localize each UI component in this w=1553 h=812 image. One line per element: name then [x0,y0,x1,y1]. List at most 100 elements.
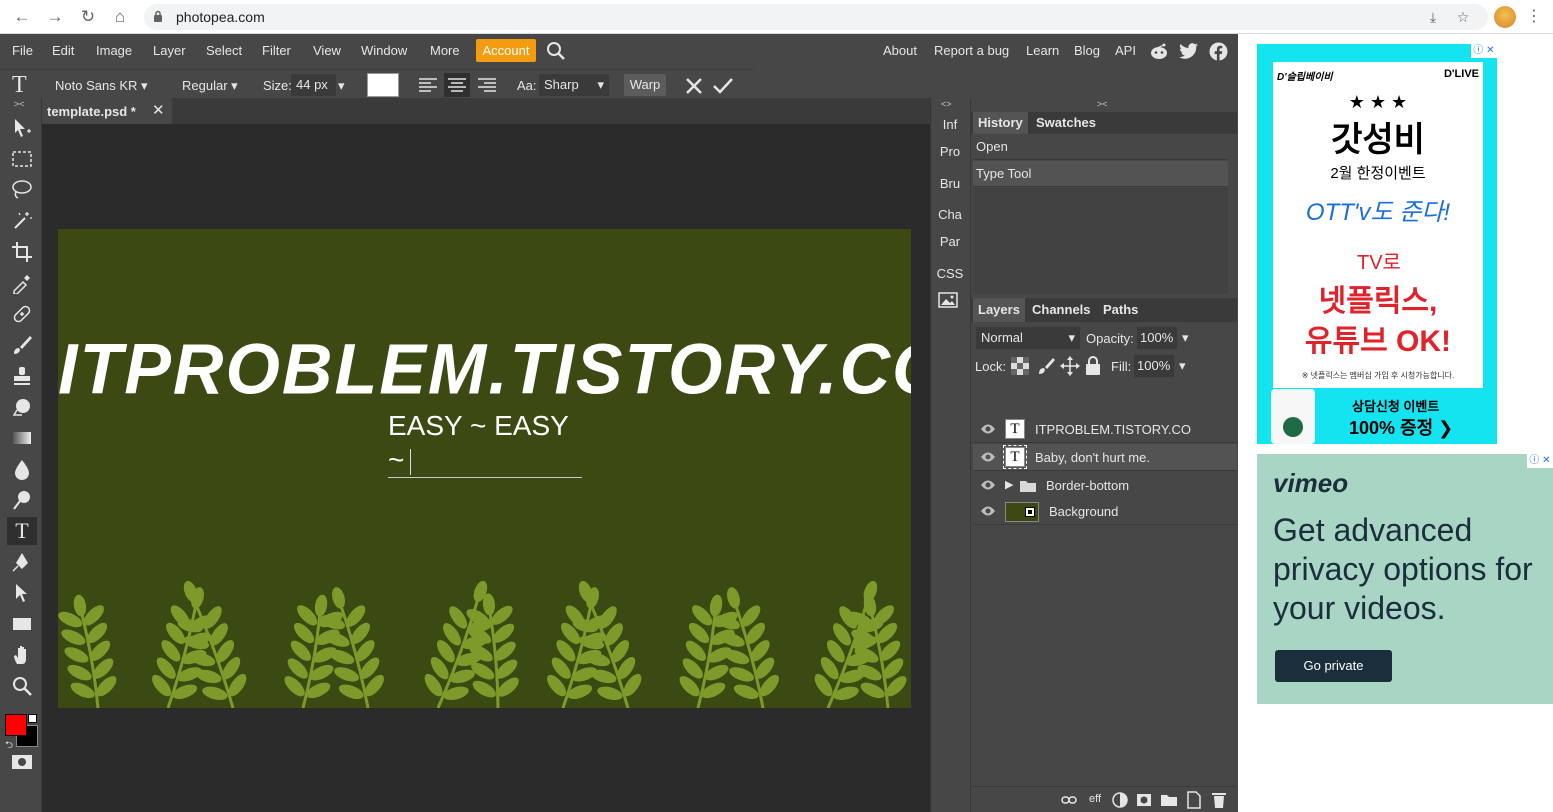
tab-layers[interactable]: Layers [973,298,1025,322]
clone-stamp-tool-icon[interactable] [7,362,37,390]
delete-layer-trash-icon[interactable] [1211,791,1227,809]
collapse-right-panels-icon[interactable]: >< [1097,99,1108,109]
brush-tool-icon[interactable] [7,331,37,359]
move-tool-icon[interactable] [7,114,37,142]
home-icon[interactable]: ⌂ [108,5,132,29]
browser-menu-icon[interactable]: ⋮ [1524,5,1544,29]
healing-brush-tool-icon[interactable] [7,300,37,328]
align-left-icon[interactable] [418,77,438,93]
menu-image[interactable]: Image [96,43,132,58]
font-style-dropdown[interactable]: Regular ▾ [182,78,238,94]
reddit-icon[interactable] [1149,42,1169,60]
link-layers-icon[interactable] [1061,795,1077,805]
tab-swatches[interactable]: Swatches [1031,112,1101,134]
lasso-tool-icon[interactable] [7,176,37,204]
document-tab[interactable]: template.psd * ✕ [42,98,172,124]
lock-pixels-brush-icon[interactable] [1037,357,1055,375]
size-dropdown-arrow[interactable]: ▾ [338,78,345,94]
layer-row-border-bottom[interactable]: ▶ Border-bottom [973,472,1237,499]
headline-text-layer[interactable]: ITPROBLEM.TISTORY.COM [58,328,911,410]
visibility-eye-icon[interactable] [980,423,996,435]
panel-brush[interactable]: Bru [931,176,969,191]
tab-channels[interactable]: Channels [1027,298,1096,322]
visibility-eye-icon[interactable] [980,451,996,463]
expand-group-icon[interactable]: ▶ [1005,478,1013,491]
align-right-icon[interactable] [477,77,497,93]
new-group-folder-icon[interactable] [1160,792,1178,808]
reload-icon[interactable]: ↻ [76,5,100,29]
forward-icon[interactable]: → [43,5,67,29]
lock-all-icon[interactable] [1085,356,1101,376]
tab-history[interactable]: History [973,112,1028,134]
address-bar[interactable]: photopea.com ⤓ ☆ [144,4,1488,30]
tab-paths[interactable]: Paths [1098,298,1143,322]
menu-view[interactable]: View [313,43,341,58]
twitter-icon[interactable] [1179,43,1199,59]
menu-layer[interactable]: Layer [153,43,186,58]
foreground-color-swatch[interactable] [5,714,27,736]
eraser-tool-icon[interactable] [7,393,37,421]
layer-row-baby[interactable]: T Baby, don't hurt me. [973,444,1237,471]
document-canvas[interactable]: ITPROBLEM.TISTORY.COM EASY ~ EASY ~ [58,229,911,708]
link-blog[interactable]: Blog [1074,43,1100,58]
dodge-tool-icon[interactable] [7,486,37,514]
menu-window[interactable]: Window [361,43,407,58]
ad-choices-icon[interactable]: ⓘ ✕ [1471,44,1497,58]
link-learn[interactable]: Learn [1026,43,1059,58]
facebook-icon[interactable] [1209,42,1228,61]
subline-text-layer[interactable]: EASY ~ EASY ~ [388,409,582,478]
dlive-advertisement[interactable]: D'슬립베이비 D'LIVE ★ ★ ★ 갓성비 2월 한정이벤트 OTT'v도… [1257,44,1497,444]
close-tab-icon[interactable]: ✕ [152,101,165,119]
marquee-tool-icon[interactable] [7,145,37,173]
new-layer-icon[interactable] [1186,791,1202,809]
commit-check-icon[interactable] [712,77,734,95]
text-color-swatch[interactable] [367,73,399,97]
panel-info[interactable]: Inf [931,117,969,132]
menu-file[interactable]: File [12,43,33,58]
rectangle-tool-icon[interactable] [7,610,37,638]
go-private-button[interactable]: Go private [1275,650,1392,682]
history-item[interactable]: Open [973,134,1228,160]
gradient-tool-icon[interactable] [7,424,37,452]
default-colors-icon[interactable] [28,714,37,723]
swap-colors-icon[interactable]: ⮌ [5,738,13,755]
link-about[interactable]: About [883,43,917,58]
lock-transparency-icon[interactable] [1011,357,1029,375]
eyedropper-tool-icon[interactable] [7,269,37,297]
visibility-eye-icon[interactable] [980,479,996,491]
panel-properties[interactable]: Pro [931,144,969,159]
collapse-toolbox-icon[interactable]: >< [14,99,25,109]
back-icon[interactable]: ← [10,5,34,29]
account-button[interactable]: Account [476,39,536,62]
install-icon[interactable]: ⤓ [1424,8,1442,26]
opacity-input[interactable]: 100% [1137,327,1177,349]
align-center-button[interactable] [444,73,470,97]
bookmark-star-icon[interactable]: ☆ [1454,8,1472,26]
zoom-tool-icon[interactable] [7,672,37,700]
layer-mask-icon[interactable] [1136,792,1152,808]
layer-row-itproblem[interactable]: T ITPROBLEM.TISTORY.CO [973,416,1237,443]
visibility-eye-icon[interactable] [980,505,996,517]
quick-mask-icon[interactable] [11,754,33,770]
search-icon[interactable] [546,41,566,61]
panel-character[interactable]: Cha [931,207,969,222]
antialias-dropdown[interactable]: Sharp ▾ [539,74,609,96]
menu-select[interactable]: Select [206,43,242,58]
hand-tool-icon[interactable] [7,641,37,669]
path-select-tool-icon[interactable] [7,579,37,607]
menu-edit[interactable]: Edit [52,43,74,58]
adjustment-layer-icon[interactable] [1112,792,1128,808]
link-api[interactable]: API [1115,43,1136,58]
menu-filter[interactable]: Filter [262,43,291,58]
history-item[interactable]: Type Tool [973,161,1228,187]
panel-paragraph[interactable]: Par [931,234,969,249]
effects-button[interactable]: eff [1089,793,1101,805]
expand-panels-icon[interactable]: <> [941,99,952,109]
type-tool-button[interactable]: T [7,517,37,545]
panel-css[interactable]: CSS [931,266,969,281]
layer-row-background[interactable]: Background [973,498,1237,525]
font-family-dropdown[interactable]: Noto Sans KR ▾ [55,78,148,94]
ad-choices-icon[interactable]: ⓘ ✕ [1527,454,1553,468]
profile-avatar[interactable] [1494,6,1516,28]
blend-mode-dropdown[interactable]: Normal ▾ [976,327,1080,349]
